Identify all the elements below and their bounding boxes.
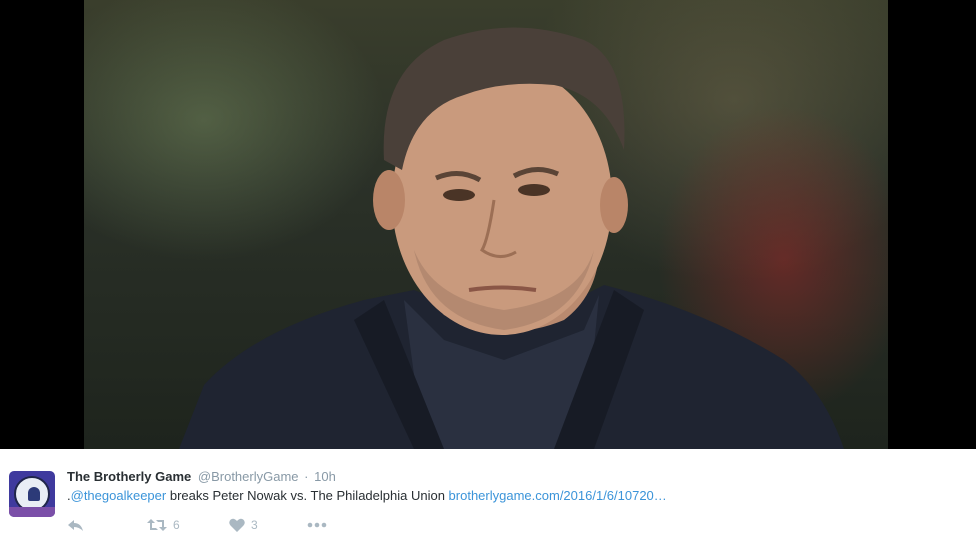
tweet-text: .@thegoalkeeper breaks Peter Nowak vs. T…	[67, 488, 667, 504]
tweet-header: The Brotherly Game @BrotherlyGame · 10h	[67, 469, 336, 485]
avatar[interactable]	[9, 471, 55, 517]
avatar-band	[9, 507, 55, 517]
tweet-media[interactable]	[0, 0, 976, 449]
photo-illustration	[179, 27, 844, 449]
like-button[interactable]: 3	[229, 515, 258, 533]
bell-icon	[28, 487, 40, 501]
tweet-photo[interactable]	[84, 0, 888, 449]
reply-button[interactable]	[67, 515, 84, 533]
tweet-card: The Brotherly Game @BrotherlyGame · 10h …	[0, 449, 976, 532]
article-link[interactable]: brotherlygame.com/2016/1/6/10720…	[449, 488, 667, 503]
more-button[interactable]	[307, 515, 327, 533]
more-icon	[307, 522, 327, 528]
display-name[interactable]: The Brotherly Game	[67, 469, 191, 484]
mention-link[interactable]: @thegoalkeeper	[71, 488, 167, 503]
like-count: 3	[251, 517, 258, 532]
retweet-icon	[147, 518, 167, 531]
timestamp[interactable]: 10h	[314, 469, 336, 484]
retweet-button[interactable]: 6	[147, 515, 180, 533]
separator-dot: ·	[304, 469, 309, 484]
heart-icon	[229, 518, 245, 532]
user-handle[interactable]: @BrotherlyGame	[198, 469, 299, 484]
text-body: breaks Peter Nowak vs. The Philadelphia …	[166, 488, 449, 503]
reply-icon	[68, 519, 83, 531]
retweet-count: 6	[173, 517, 180, 532]
